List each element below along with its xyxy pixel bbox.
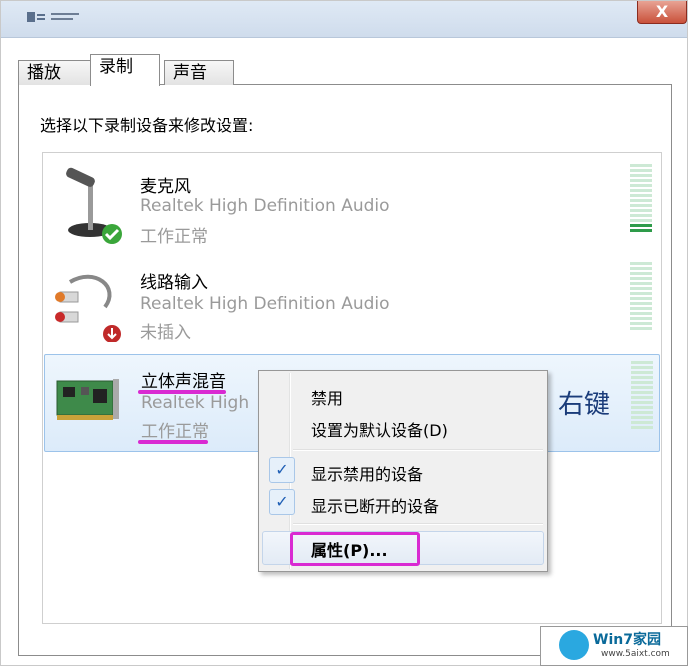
watermark: Win7家园 www.5aixt.com — [540, 626, 688, 666]
meter-segment — [630, 214, 652, 217]
device-status: 工作正常 — [141, 422, 209, 442]
device-name: 麦克风 — [140, 177, 191, 197]
device-item-line-in[interactable]: 线路输入 Realtek High Definition Audio 未插入 — [44, 258, 658, 354]
device-driver: Realtek High Definition Audio — [140, 196, 390, 216]
meter-segment — [630, 174, 652, 177]
check-icon: ✓ — [269, 457, 295, 483]
level-meter — [631, 361, 653, 431]
meter-segment — [631, 391, 653, 394]
meter-segment — [630, 307, 652, 310]
tab-recording[interactable]: 录制 — [90, 54, 160, 86]
menu-separator — [293, 449, 543, 451]
tab-playback[interactable]: 播放 — [18, 60, 92, 85]
meter-segment — [631, 386, 653, 389]
title-text-blur — [51, 13, 79, 20]
meter-segment — [631, 416, 653, 419]
device-item-microphone[interactable]: 麦克风 Realtek High Definition Audio 工作正常 — [44, 160, 658, 256]
meter-segment — [631, 371, 653, 374]
meter-segment — [630, 209, 652, 212]
annotation-underline-name — [138, 390, 226, 394]
check-icon: ✓ — [269, 489, 295, 515]
meter-segment — [630, 292, 652, 295]
meter-segment — [630, 297, 652, 300]
menu-item-set-default[interactable]: 设置为默认设备(D) — [311, 417, 448, 441]
meter-segment — [630, 317, 652, 320]
meter-segment — [630, 204, 652, 207]
meter-segment — [631, 401, 653, 404]
device-driver: Realtek High — [141, 393, 250, 413]
meter-segment — [631, 421, 653, 424]
meter-segment — [631, 376, 653, 379]
meter-segment — [631, 366, 653, 369]
meter-segment — [631, 361, 653, 364]
annotation-box-properties — [290, 532, 420, 566]
device-name: 立体声混音 — [141, 372, 226, 392]
device-name: 线路输入 — [140, 273, 208, 293]
level-meter — [630, 164, 652, 234]
menu-item-show-disconnected[interactable]: 显示已断开的设备 — [311, 493, 439, 517]
meter-segment — [630, 199, 652, 202]
line-in-cable-icon — [55, 274, 121, 342]
sound-card-icon — [56, 379, 119, 420]
meter-segment — [630, 312, 652, 315]
watermark-title: Win7家园 — [593, 632, 661, 648]
meter-segment — [630, 267, 652, 270]
window-icon — [27, 12, 45, 22]
meter-segment — [631, 426, 653, 429]
meter-segment — [631, 411, 653, 414]
close-button[interactable]: X — [637, 1, 687, 24]
tab-sounds[interactable]: 声音 — [164, 60, 234, 85]
meter-segment — [630, 189, 652, 192]
device-driver: Realtek High Definition Audio — [140, 294, 390, 314]
instruction-text: 选择以下录制设备来修改设置: — [40, 116, 254, 135]
menu-item-disable[interactable]: 禁用 — [311, 385, 343, 409]
menu-item-show-disabled[interactable]: 显示禁用的设备 — [311, 461, 423, 485]
meter-segment — [630, 302, 652, 305]
meter-segment — [630, 277, 652, 280]
meter-segment — [630, 287, 652, 290]
annotation-text: 右键 — [558, 390, 611, 420]
watermark-logo-icon — [559, 630, 589, 660]
meter-segment — [630, 164, 652, 167]
meter-segment — [630, 194, 652, 197]
meter-segment — [631, 396, 653, 399]
meter-segment — [630, 229, 652, 232]
watermark-url: www.5aixt.com — [601, 649, 670, 659]
meter-segment — [630, 272, 652, 275]
meter-segment — [630, 322, 652, 325]
meter-segment — [631, 381, 653, 384]
meter-segment — [630, 224, 652, 227]
title-bar: X — [1, 1, 687, 38]
level-meter — [630, 262, 652, 332]
microphone-icon — [66, 167, 122, 244]
device-status: 未插入 — [140, 323, 191, 343]
meter-segment — [630, 179, 652, 182]
meter-segment — [630, 262, 652, 265]
menu-separator — [293, 523, 543, 525]
meter-segment — [630, 327, 652, 330]
meter-segment — [630, 169, 652, 172]
annotation-underline-status — [138, 440, 208, 444]
meter-segment — [630, 282, 652, 285]
meter-segment — [630, 219, 652, 222]
meter-segment — [631, 406, 653, 409]
meter-segment — [630, 184, 652, 187]
device-status: 工作正常 — [140, 227, 208, 247]
